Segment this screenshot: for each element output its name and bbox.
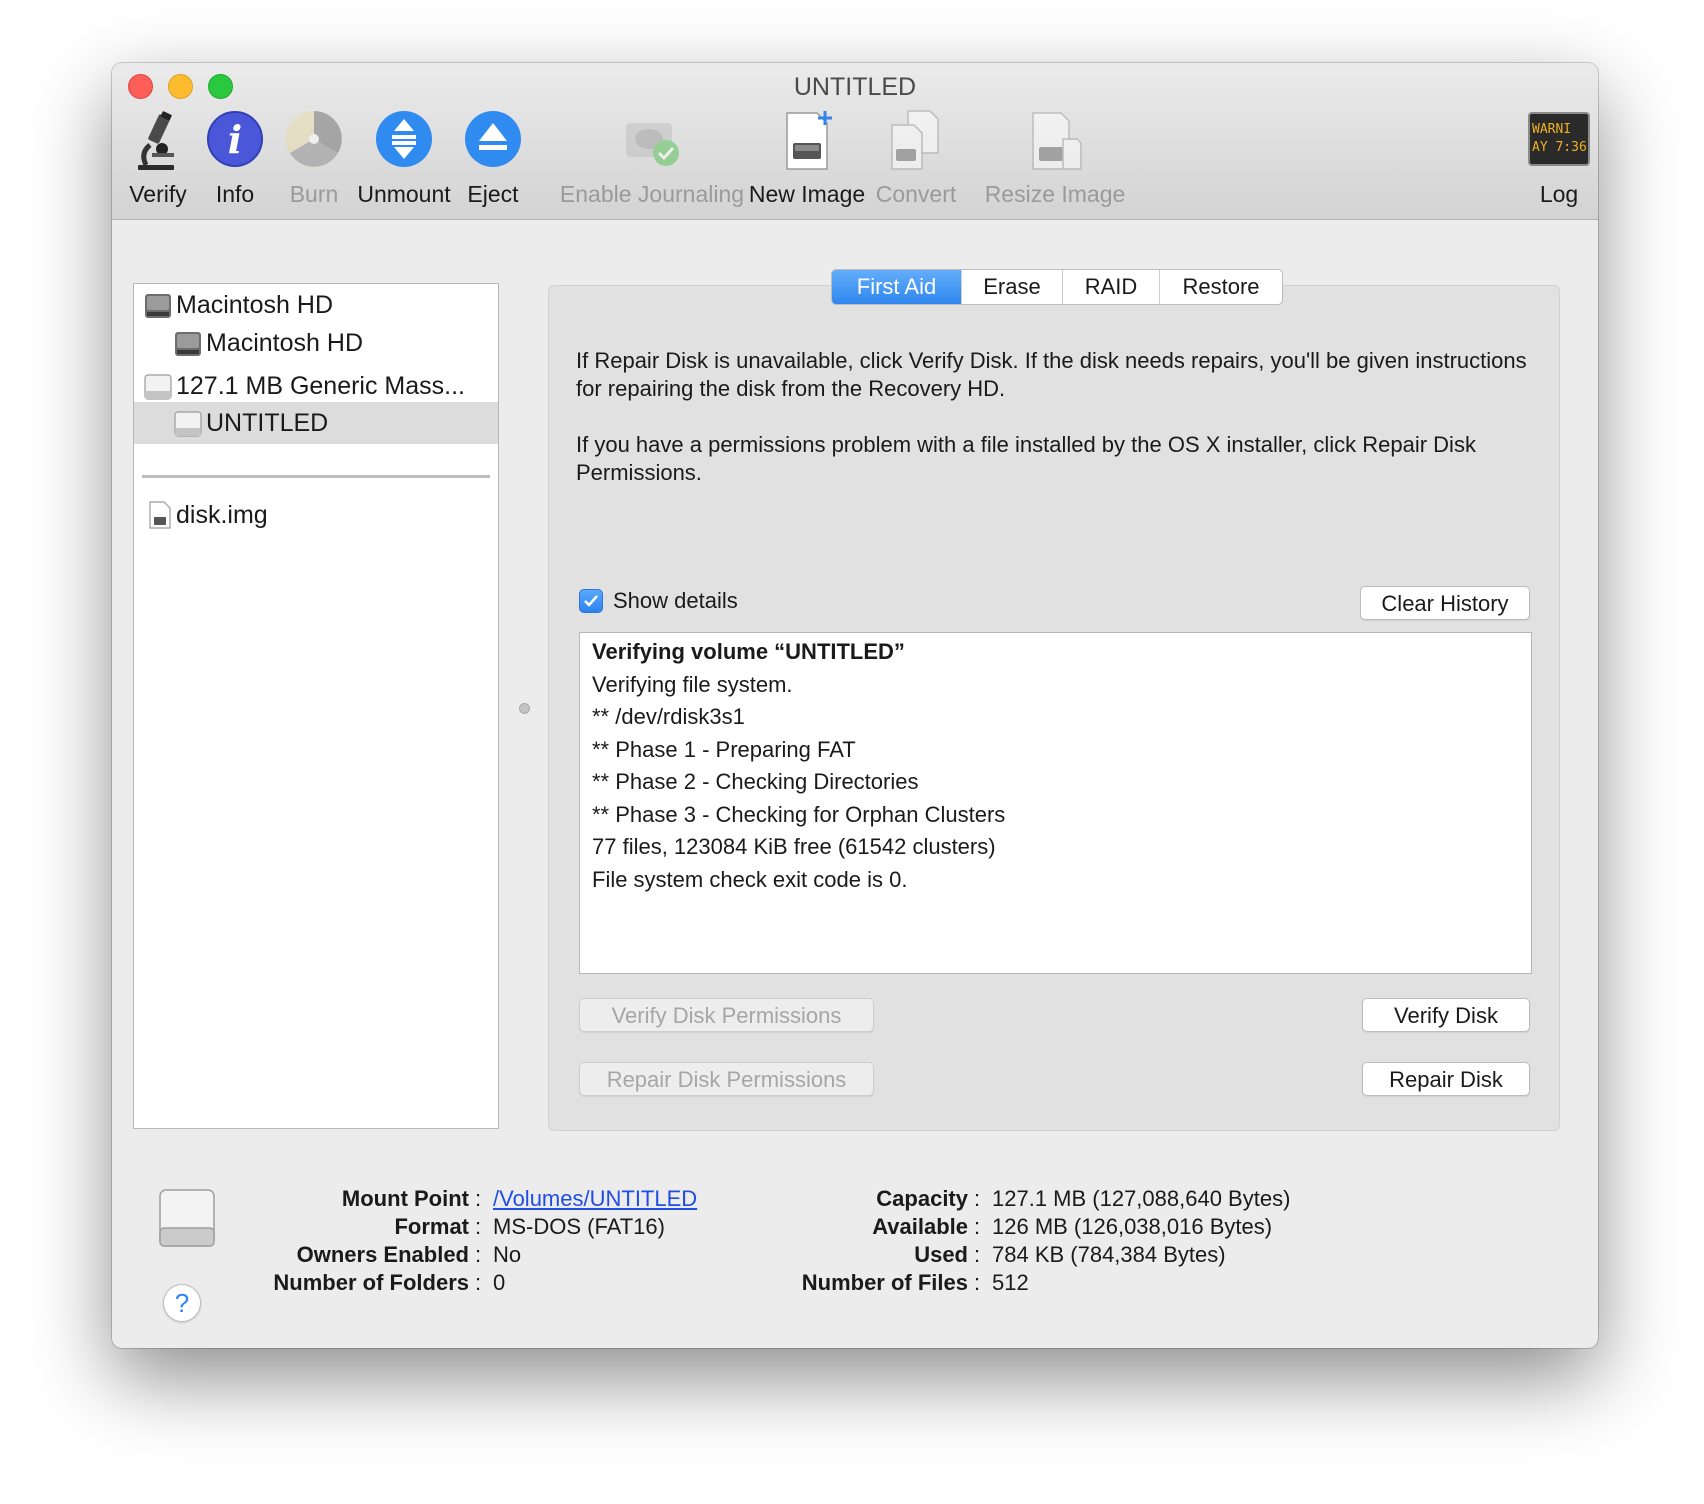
toolbar: UNTITLED Verify i Info Burn Unmount Ejec… (112, 63, 1598, 220)
eject-button[interactable]: Eject (458, 109, 528, 209)
log-line: ** /dev/rdisk3s1 (592, 704, 745, 729)
first-aid-log[interactable]: Verifying volume “UNTITLED” Verifying fi… (579, 632, 1532, 974)
tab-restore[interactable]: Restore (1159, 270, 1282, 304)
internal-volume-icon (175, 332, 201, 356)
convert-icon (891, 110, 939, 170)
svg-text:i: i (228, 117, 242, 162)
tab-bar: First Aid Erase RAID Restore (831, 269, 1283, 305)
info-number-of-files: Number of Files (612, 1269, 968, 1297)
tab-first-aid[interactable]: First Aid (832, 270, 961, 304)
info-separator: : (475, 1270, 482, 1295)
window-title: UNTITLED (793, 73, 917, 101)
info-value: No (493, 1242, 522, 1267)
sidebar-item-generic-mass-storage[interactable]: 127.1 MB Generic Mass... (134, 365, 498, 407)
sidebar-item-macintosh-hd-volume[interactable]: Macintosh HD (134, 322, 498, 364)
console-log-icon: WARNI AY 7:36 (1528, 112, 1590, 166)
info-key: Format (394, 1214, 469, 1239)
source-list-divider (142, 475, 490, 478)
sidebar-item-label: disk.img (176, 501, 268, 529)
log-line: Verifying file system. (592, 671, 793, 697)
info-owners-enabled: Owners Enabled (112, 1241, 469, 1269)
sidebar-item-label: 127.1 MB Generic Mass... (176, 372, 466, 400)
info-icon: i (207, 111, 263, 167)
first-aid-description-2: If you have a permissions problem with a… (576, 432, 1476, 485)
info-value: 0 (493, 1270, 506, 1295)
log-line: ** Phase 2 - Checking Directories (592, 769, 919, 794)
svg-text:AY 7:36: AY 7:36 (1532, 140, 1587, 155)
sidebar-item-label: UNTITLED (206, 409, 329, 437)
disk-image-icon (149, 501, 171, 529)
info-value: 784 KB (784,384 Bytes) (992, 1242, 1226, 1267)
info-capacity: Capacity (612, 1185, 968, 1213)
info-key: Mount Point (341, 1186, 469, 1211)
svg-text:WARNI: WARNI (1532, 122, 1571, 137)
verify-disk-permissions-button[interactable]: Verify Disk Permissions (579, 998, 874, 1032)
eject-icon (465, 111, 521, 167)
new-image-button[interactable]: New Image (749, 109, 865, 209)
info-separator: : (974, 1242, 981, 1267)
log-line: File system check exit code is 0. (592, 866, 908, 892)
info-mount-point: Mount Point (112, 1185, 469, 1213)
unmount-icon (376, 111, 432, 167)
sidebar-item-macintosh-hd-disk[interactable]: Macintosh HD (134, 284, 498, 326)
radiation-icon (286, 111, 342, 167)
enable-journaling-button[interactable]: Enable Journaling (560, 109, 744, 209)
journaling-disk-icon (626, 123, 679, 166)
tab-erase[interactable]: Erase (961, 270, 1062, 304)
tab-raid[interactable]: RAID (1062, 270, 1159, 304)
info-format: Format (112, 1213, 469, 1241)
clear-history-button[interactable]: Clear History (1360, 586, 1530, 620)
info-key: Owners Enabled (296, 1242, 469, 1267)
external-disk-icon (144, 374, 172, 400)
convert-button[interactable]: Convert (871, 109, 961, 209)
info-used: Used (612, 1241, 968, 1269)
show-details-checkbox[interactable] (579, 589, 603, 613)
split-view-handle[interactable] (519, 703, 530, 714)
checkmark-icon (584, 595, 598, 607)
sidebar-item-disk-img[interactable]: disk.img (134, 494, 498, 536)
disk-source-list: Macintosh HD Macintosh HD 127.1 MB Gener… (133, 283, 499, 1129)
info-available: Available (612, 1213, 968, 1241)
sidebar-item-label: Macintosh HD (176, 291, 333, 319)
external-volume-icon (174, 411, 202, 437)
info-separator: : (475, 1242, 482, 1267)
info-separator: : (475, 1186, 482, 1211)
log-button[interactable]: WARNI AY 7:36 Log (1528, 109, 1590, 209)
info-value: 127.1 MB (127,088,640 Bytes) (992, 1186, 1291, 1211)
info-key: Number of Folders (273, 1270, 469, 1295)
log-line: Verifying volume “UNTITLED” (592, 639, 905, 664)
info-key: Used (914, 1242, 968, 1267)
info-number-of-folders: Number of Folders (112, 1269, 469, 1297)
info-separator: : (475, 1214, 482, 1239)
info-key: Number of Files (801, 1270, 968, 1295)
sidebar-item-label: Macintosh HD (206, 329, 363, 357)
info-key: Capacity (876, 1186, 968, 1211)
repair-disk-button[interactable]: Repair Disk (1362, 1062, 1530, 1096)
verify-disk-button[interactable]: Verify Disk (1362, 998, 1530, 1032)
disk-utility-window: UNTITLED Verify i Info Burn Unmount Ejec… (112, 63, 1598, 1348)
info-separator: : (974, 1186, 981, 1211)
resize-image-button[interactable]: Resize Image (985, 109, 1125, 209)
log-line: ** Phase 1 - Preparing FAT (592, 736, 856, 762)
repair-disk-permissions-button[interactable]: Repair Disk Permissions (579, 1062, 874, 1096)
new-image-icon (786, 111, 832, 170)
internal-disk-icon (145, 294, 171, 318)
unmount-button[interactable]: Unmount (357, 109, 451, 209)
info-value: 512 (992, 1270, 1029, 1295)
log-line: ** Phase 3 - Checking for Orphan Cluster… (592, 801, 1006, 827)
microscope-icon (138, 111, 174, 170)
log-line: 77 files, 123084 KiB free (61542 cluster… (592, 834, 996, 859)
resize-image-icon (1032, 112, 1082, 170)
first-aid-description-1: If Repair Disk is unavailable, click Ver… (576, 348, 1527, 401)
sidebar-item-untitled[interactable]: UNTITLED (134, 402, 498, 444)
info-value: 126 MB (126,038,016 Bytes) (992, 1214, 1273, 1239)
info-key: Available (872, 1214, 968, 1239)
info-separator: : (974, 1270, 981, 1295)
show-details-label: Show details (613, 588, 738, 613)
info-separator: : (974, 1214, 981, 1239)
